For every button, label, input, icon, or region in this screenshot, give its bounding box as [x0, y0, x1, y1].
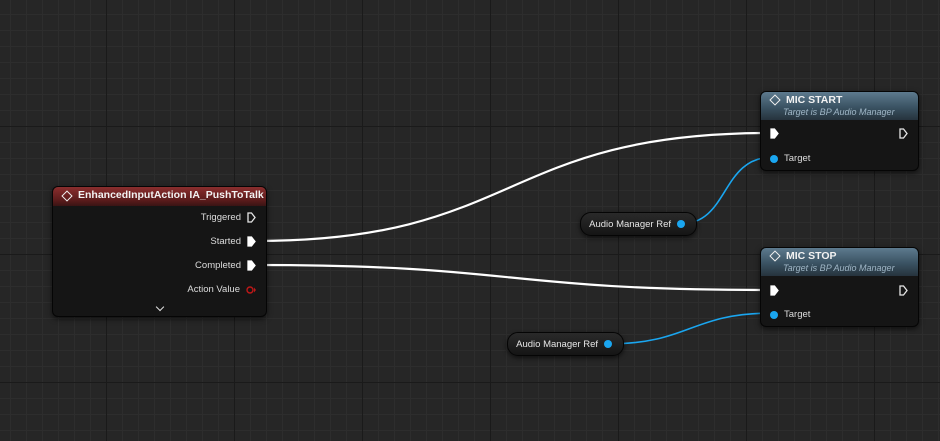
audio-manager-ref-label: Audio Manager Ref: [589, 218, 671, 230]
wire-ref1-to-mic-start-target[interactable]: [679, 156, 774, 225]
mic-start-target-label: Target: [784, 153, 811, 164]
mic-stop-node[interactable]: MIC STOP Target is BP Audio Manager Targ…: [760, 247, 919, 327]
exec-output-pin-triggered-icon[interactable]: [247, 212, 256, 223]
pin-label-triggered: Triggered: [200, 212, 241, 223]
mic-stop-title: MIC STOP: [786, 250, 837, 262]
blueprint-graph-canvas[interactable]: EnhancedInputAction IA_PushToTalk Trigge…: [0, 0, 940, 441]
pin-row-triggered: Triggered: [201, 212, 256, 223]
pin-label-completed: Completed: [195, 260, 241, 271]
mic-stop-exec-in-row: [770, 285, 779, 296]
mic-start-target-row: Target: [770, 153, 810, 164]
mic-start-exec-out-row: [899, 128, 908, 139]
mic-stop-target-row: Target: [770, 309, 810, 320]
event-node-title: EnhancedInputAction IA_PushToTalk: [78, 189, 264, 201]
mic-start-title: MIC START: [786, 94, 843, 106]
mic-stop-subtitle: Target is BP Audio Manager: [783, 263, 895, 273]
mic-stop-exec-out-row: [899, 285, 908, 296]
exec-output-pin-started-icon[interactable]: [247, 236, 256, 247]
pin-row-action-value: Action Value: [187, 284, 256, 295]
audio-manager-ref-node-1[interactable]: Audio Manager Ref: [580, 212, 697, 236]
audio-manager-ref-node-2[interactable]: Audio Manager Ref: [507, 332, 624, 356]
mic-stop-header[interactable]: MIC STOP Target is BP Audio Manager: [761, 248, 918, 276]
function-diamond-icon: [769, 250, 781, 262]
mic-start-exec-in-row: [770, 128, 779, 139]
exec-output-pin-icon[interactable]: [899, 285, 908, 296]
exec-output-pin-icon[interactable]: [899, 128, 908, 139]
wire-ref2-to-mic-stop-target[interactable]: [606, 312, 774, 345]
pin-label-action-value: Action Value: [187, 284, 240, 295]
audio-manager-ref-label: Audio Manager Ref: [516, 338, 598, 350]
ref-output-pin-icon[interactable]: [677, 220, 685, 228]
action-value-pin-icon[interactable]: [246, 285, 256, 294]
event-node-header[interactable]: EnhancedInputAction IA_PushToTalk: [53, 187, 266, 206]
target-input-pin-icon[interactable]: [770, 310, 778, 319]
enhanced-input-action-node[interactable]: EnhancedInputAction IA_PushToTalk Trigge…: [52, 186, 267, 317]
event-diamond-icon: [61, 189, 73, 202]
mic-start-node[interactable]: MIC START Target is BP Audio Manager Tar…: [760, 91, 919, 171]
exec-input-pin-icon[interactable]: [770, 285, 779, 296]
pin-row-completed: Completed: [195, 260, 256, 271]
function-diamond-icon: [769, 94, 781, 106]
exec-output-pin-completed-icon[interactable]: [247, 260, 256, 271]
pin-label-started: Started: [210, 236, 241, 247]
mic-start-header[interactable]: MIC START Target is BP Audio Manager: [761, 92, 918, 120]
ref-output-pin-icon[interactable]: [604, 340, 612, 348]
wire-completed-to-mic-stop[interactable]: [255, 263, 771, 292]
pin-row-started: Started: [210, 236, 256, 247]
chevron-down-icon[interactable]: [53, 302, 266, 313]
target-input-pin-icon[interactable]: [770, 154, 778, 163]
mic-start-subtitle: Target is BP Audio Manager: [783, 107, 895, 117]
mic-stop-target-label: Target: [784, 309, 811, 320]
exec-input-pin-icon[interactable]: [770, 128, 779, 139]
